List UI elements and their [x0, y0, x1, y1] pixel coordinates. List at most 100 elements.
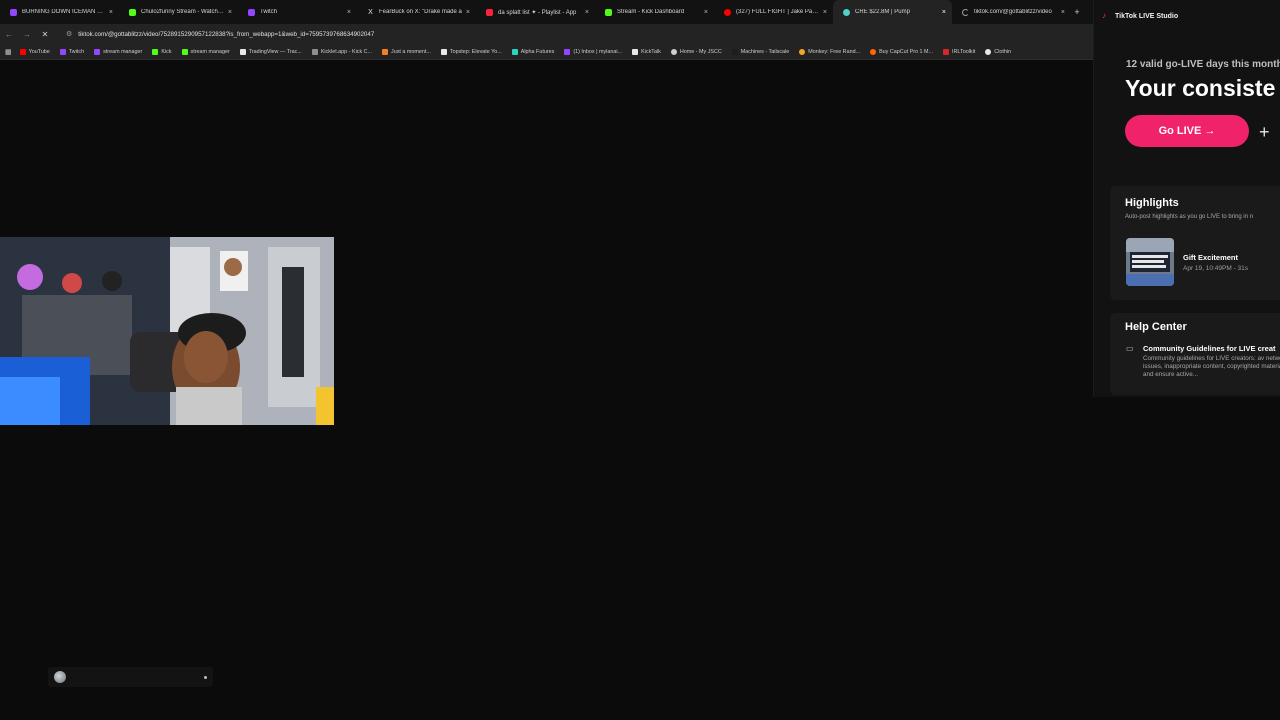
tab-title: tiktok.com/@gottablitzz/video: [974, 9, 1052, 15]
close-tab-icon[interactable]: ×: [466, 9, 470, 16]
avatar: [54, 671, 66, 683]
tab-favicon-icon: [605, 8, 612, 16]
bookmark-label: stream manager: [103, 48, 143, 55]
tab-favicon-icon: [724, 8, 731, 16]
bookmark-item[interactable]: IRLToolkit: [943, 48, 975, 55]
close-tab-icon[interactable]: ×: [704, 9, 708, 16]
bookmark-item[interactable]: YouTube: [19, 48, 50, 55]
community-guidelines-link[interactable]: Community Guidelines for LIVE creat: [1143, 344, 1276, 353]
tab-title: CRE $22.8M | Pump: [855, 9, 910, 15]
bookmark-label: Machines - Tailscale: [740, 48, 790, 55]
help-center-card: Help Center ▭ Community Guidelines for L…: [1110, 313, 1280, 395]
bookmark-favicon-icon: [511, 48, 518, 55]
browser-tab[interactable]: da splatt list ✦ - Playlist - App ×: [476, 0, 595, 24]
bookmark-favicon-icon: [632, 48, 639, 55]
tab-title: (327) FULL FIGHT | Jake Paul vs: [736, 9, 819, 15]
browser-tab[interactable]: BURNING DOWN ICEMAN FIN ×: [0, 0, 119, 24]
tab-title: Stream - Kick Dashboard: [617, 9, 685, 15]
browser-tab-active[interactable]: CRE $22.8M | Pump ×: [833, 0, 952, 24]
bookmark-favicon-icon: [670, 48, 677, 55]
tab-title: FearBuck on X: "Drake made a: [379, 9, 462, 15]
browser-tab[interactable]: X FearBuck on X: "Drake made a ×: [357, 0, 476, 24]
bookmark-item[interactable]: Topstep: Elevate Yo...: [440, 48, 502, 55]
bookmark-item[interactable]: Clothin: [985, 48, 1012, 55]
bookmark-favicon-icon: [943, 48, 950, 55]
close-tab-icon[interactable]: ×: [942, 9, 946, 16]
headline: Your consiste: [1125, 75, 1276, 101]
bookmark-item[interactable]: Buy CapCut Pro 1 M...: [870, 48, 933, 55]
help-center-title: Help Center: [1125, 321, 1187, 333]
bookmark-favicon-icon: [382, 48, 389, 55]
bookmark-label: Clothin: [994, 48, 1012, 55]
bookmark-label: Alpha Futures: [520, 48, 555, 55]
bookmark-label: (1) Inbox | mylanai...: [573, 48, 623, 55]
add-icon[interactable]: +: [1259, 123, 1270, 141]
bookmark-label: Topstep: Elevate Yo...: [449, 48, 502, 55]
bookmark-item[interactable]: TradingView — Trac...: [239, 48, 302, 55]
back-icon[interactable]: ←: [0, 30, 18, 39]
tab-favicon-icon: [129, 8, 136, 16]
go-live-button[interactable]: Go LIVE →: [1125, 115, 1249, 147]
bookmark-favicon-icon: [564, 48, 571, 55]
options-dot-icon[interactable]: [204, 675, 207, 679]
new-tab-button[interactable]: +: [1071, 7, 1083, 17]
webcam-scene: [0, 237, 334, 425]
url-text[interactable]: tiktok.com/@gottablitzz/video/7528915290…: [78, 31, 374, 38]
bookmark-item[interactable]: Just a moment...: [382, 48, 431, 55]
tab-title: Twitch: [260, 9, 278, 15]
bookmark-label: YouTube: [28, 48, 50, 55]
studio-header: ♪ TikTok LIVE Studio: [1094, 0, 1280, 32]
webcam-feed: [0, 237, 334, 425]
tab-favicon-icon: X: [368, 8, 373, 16]
address-bar[interactable]: ⚙ tiktok.com/@gottablitzz/video/75289152…: [60, 26, 380, 42]
tab-favicon-icon: [10, 8, 17, 16]
apps-icon[interactable]: ▦: [5, 48, 12, 56]
bookmark-item[interactable]: Twitch: [59, 48, 84, 55]
close-tab-icon[interactable]: ×: [1061, 9, 1065, 16]
bookmark-favicon-icon: [799, 48, 806, 55]
browser-tab[interactable]: Chulo2funny Stream - Watch Li ×: [119, 0, 238, 24]
tab-strip: BURNING DOWN ICEMAN FIN × Chulo2funny Str…: [0, 0, 1093, 24]
tab-title: BURNING DOWN ICEMAN FIN: [22, 9, 105, 15]
bookmark-favicon-icon: [731, 48, 738, 55]
bookmark-item[interactable]: Kick: [152, 48, 172, 55]
bookmark-favicon-icon: [152, 48, 159, 55]
bookmark-favicon-icon: [181, 48, 188, 55]
bookmark-item[interactable]: stream manager: [181, 48, 230, 55]
book-icon: ▭: [1126, 344, 1134, 353]
browser-tab[interactable]: (327) FULL FIGHT | Jake Paul vs ×: [714, 0, 833, 24]
bookmark-item[interactable]: Machines - Tailscale: [731, 48, 790, 55]
bookmark-label: Kicklet.app - Kick C...: [320, 48, 373, 55]
browser-tab[interactable]: Stream - Kick Dashboard ×: [595, 0, 714, 24]
stop-loading-icon[interactable]: ✕: [36, 30, 54, 39]
bookmark-item[interactable]: Monkey: Free Rand...: [799, 48, 860, 55]
bookmark-item[interactable]: Home - My JSCC: [670, 48, 722, 55]
highlight-meta: Apr 19, 10:49PM - 31s: [1183, 265, 1249, 272]
bookmark-label: stream manager: [190, 48, 230, 55]
close-tab-icon[interactable]: ×: [823, 9, 827, 16]
highlight-title[interactable]: Gift Excitement: [1183, 253, 1238, 262]
close-tab-icon[interactable]: ×: [585, 9, 589, 16]
bookmark-favicon-icon: [239, 48, 246, 55]
highlight-thumbnail[interactable]: [1126, 238, 1174, 286]
bookmark-favicon-icon: [19, 48, 26, 55]
bookmark-item[interactable]: stream manager: [94, 48, 143, 55]
forward-icon[interactable]: →: [18, 30, 36, 39]
floating-player-widget[interactable]: [48, 667, 213, 687]
bookmark-favicon-icon: [440, 48, 447, 55]
browser-tab[interactable]: Twitch ×: [238, 0, 357, 24]
tiktok-logo-icon: ♪: [1102, 11, 1106, 20]
bookmark-item[interactable]: KickTalk: [632, 48, 661, 55]
close-tab-icon[interactable]: ×: [228, 9, 232, 16]
close-tab-icon[interactable]: ×: [347, 9, 351, 16]
bookmark-label: Home - My JSCC: [679, 48, 722, 55]
bookmark-label: Kick: [161, 48, 172, 55]
bookmark-item[interactable]: (1) Inbox | mylanai...: [564, 48, 623, 55]
close-tab-icon[interactable]: ×: [109, 9, 113, 16]
browser-tab[interactable]: tiktok.com/@gottablitzz/video ×: [952, 0, 1071, 24]
bookmark-item[interactable]: Kicklet.app - Kick C...: [311, 48, 373, 55]
community-guidelines-description: Community guidelines for LIVE creators: …: [1143, 355, 1280, 378]
bookmark-favicon-icon: [94, 48, 101, 55]
site-info-icon[interactable]: ⚙: [66, 30, 72, 38]
bookmark-item[interactable]: Alpha Futures: [511, 48, 555, 55]
